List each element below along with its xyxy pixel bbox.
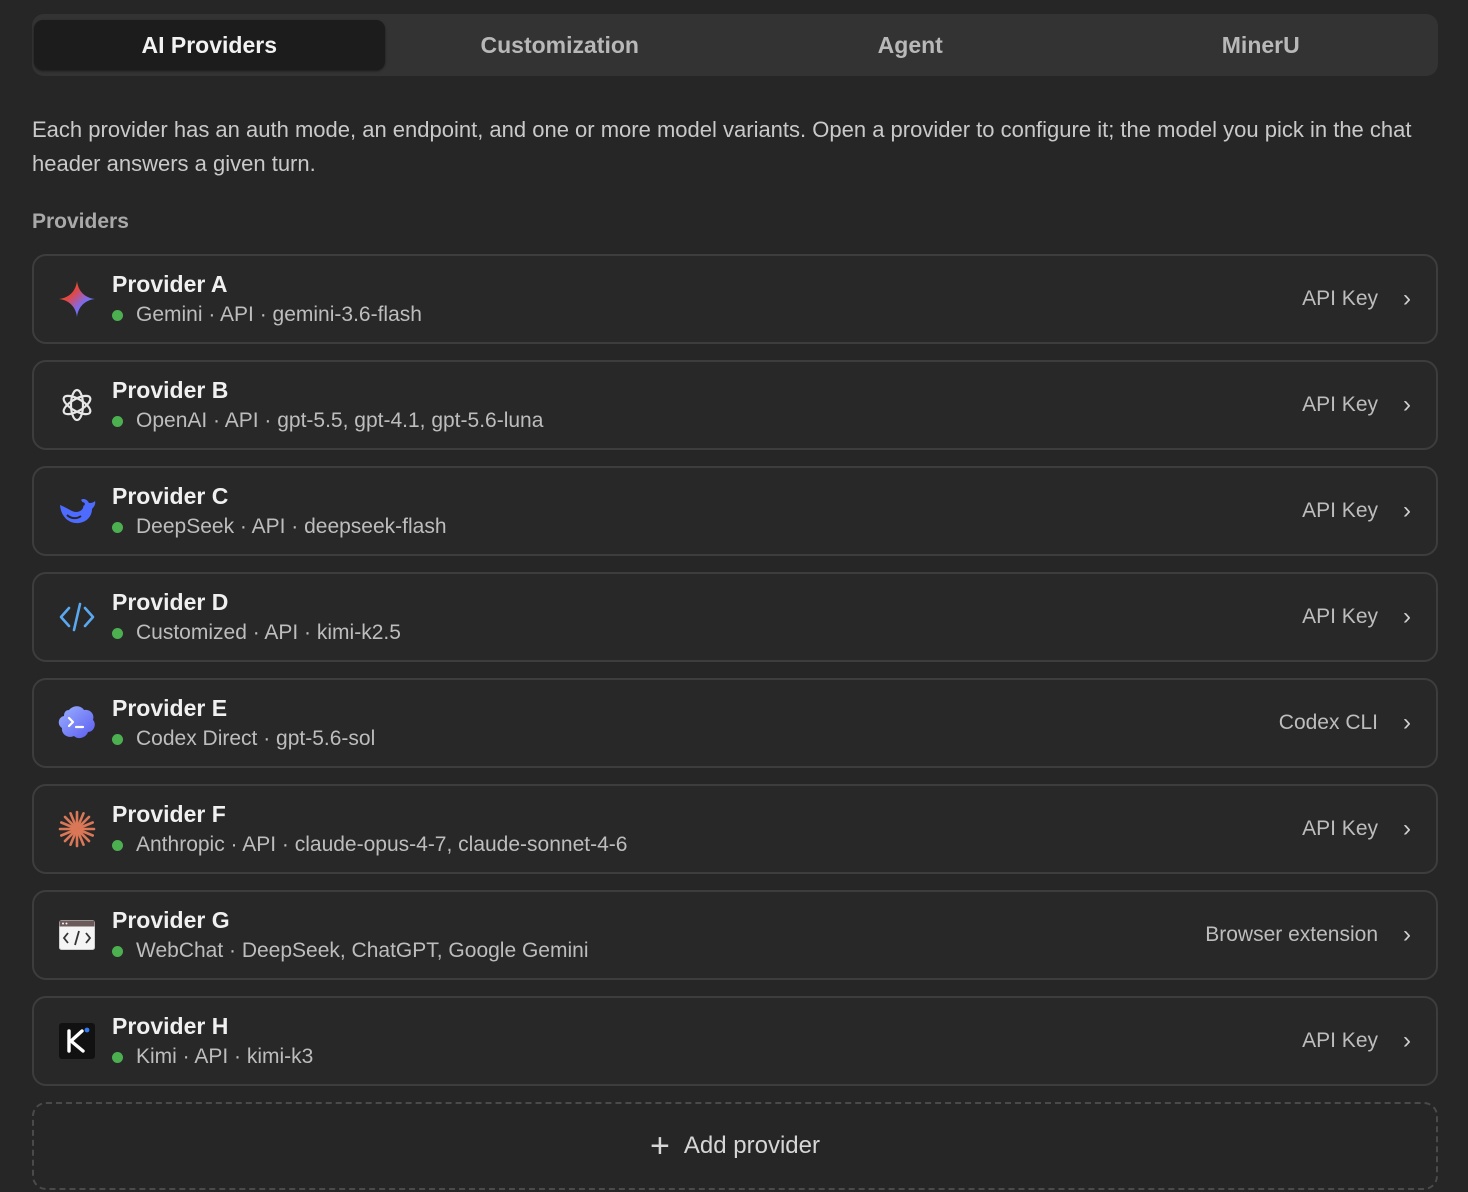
auth-mode-label: API Key — [1302, 287, 1378, 310]
provider-card-b[interactable]: Provider B OpenAI · API · gpt-5.5, gpt-4… — [32, 360, 1438, 450]
provider-name: Provider D — [112, 589, 229, 615]
provider-name: Provider G — [112, 907, 230, 933]
provider-subtitle: DeepSeek · API · deepseek-flash — [136, 515, 447, 538]
auth-mode-label: Browser extension — [1205, 923, 1378, 946]
provider-subtitle: OpenAI · API · gpt-5.5, gpt-4.1, gpt-5.6… — [136, 409, 544, 432]
provider-subtitle: Anthropic · API · claude-opus-4-7, claud… — [136, 833, 628, 856]
provider-card-h[interactable]: Provider H Kimi · API · kimi-k3 API Key … — [32, 996, 1438, 1086]
provider-card-g[interactable]: Provider G WebChat · DeepSeek, ChatGPT, … — [32, 890, 1438, 980]
provider-name: Provider E — [112, 695, 228, 721]
status-dot — [112, 521, 123, 533]
codex-cloud-icon — [56, 702, 98, 744]
provider-card-f[interactable]: Provider F Anthropic · API · claude-opus… — [32, 784, 1438, 874]
provider-card-d[interactable]: Provider D Customized · API · kimi-k2.5 … — [32, 572, 1438, 662]
provider-card-a[interactable]: Provider A Gemini · API · gemini-3.6-fla… — [32, 254, 1438, 344]
add-provider-button[interactable]: + Add provider — [32, 1102, 1438, 1190]
chevron-right-icon: › — [1403, 603, 1411, 630]
status-dot — [112, 945, 123, 957]
provider-name: Provider F — [112, 801, 226, 827]
section-label-providers: Providers — [32, 210, 129, 233]
code-brackets-icon — [56, 596, 98, 638]
provider-list: Provider A Gemini · API · gemini-3.6-fla… — [32, 254, 1438, 1102]
auth-mode-label: API Key — [1302, 393, 1378, 416]
auth-mode-label: API Key — [1302, 817, 1378, 840]
chevron-right-icon: › — [1403, 1027, 1411, 1054]
tab-mineru[interactable]: MinerU — [1086, 20, 1437, 70]
plus-icon: + — [650, 1127, 670, 1165]
chevron-right-icon: › — [1403, 815, 1411, 842]
provider-card-e[interactable]: Provider E Codex Direct · gpt-5.6-sol Co… — [32, 678, 1438, 768]
chevron-right-icon: › — [1403, 709, 1411, 736]
openai-logo-icon — [56, 384, 98, 426]
settings-tabs: AI Providers Customization Agent MinerU — [32, 14, 1438, 76]
tab-ai-providers[interactable]: AI Providers — [34, 20, 385, 70]
browser-code-window-icon — [56, 914, 98, 956]
auth-mode-label: API Key — [1302, 1029, 1378, 1052]
provider-name: Provider A — [112, 271, 228, 297]
auth-mode-label: API Key — [1302, 605, 1378, 628]
chevron-right-icon: › — [1403, 921, 1411, 948]
provider-subtitle: Codex Direct · gpt-5.6-sol — [136, 727, 376, 750]
status-dot — [112, 839, 123, 851]
auth-mode-label: API Key — [1302, 499, 1378, 522]
provider-name: Provider H — [112, 1013, 229, 1039]
status-dot — [112, 627, 123, 639]
status-dot — [112, 733, 123, 745]
add-provider-label: Add provider — [683, 1132, 820, 1159]
provider-subtitle: Customized · API · kimi-k2.5 — [136, 621, 401, 644]
auth-mode-label: Codex CLI — [1278, 711, 1378, 734]
chevron-right-icon: › — [1403, 497, 1411, 524]
deepseek-whale-icon — [56, 490, 98, 532]
status-dot — [112, 1051, 123, 1063]
provider-name: Provider C — [112, 483, 229, 509]
chevron-right-icon: › — [1403, 285, 1411, 312]
provider-name: Provider B — [112, 377, 229, 403]
status-dot — [112, 309, 123, 321]
tab-agent[interactable]: Agent — [735, 20, 1086, 70]
status-dot — [112, 415, 123, 427]
providers-description: Each provider has an auth mode, an endpo… — [32, 117, 1412, 176]
provider-subtitle: WebChat · DeepSeek, ChatGPT, Google Gemi… — [136, 939, 589, 962]
anthropic-starburst-icon — [56, 808, 98, 850]
provider-subtitle: Gemini · API · gemini-3.6-flash — [136, 303, 422, 326]
chevron-right-icon: › — [1403, 391, 1411, 418]
provider-card-c[interactable]: Provider C DeepSeek · API · deepseek-fla… — [32, 466, 1438, 556]
provider-subtitle: Kimi · API · kimi-k3 — [136, 1045, 314, 1068]
tab-customization[interactable]: Customization — [385, 20, 736, 70]
kimi-k-icon — [56, 1020, 98, 1062]
gemini-sparkle-icon — [56, 278, 98, 320]
